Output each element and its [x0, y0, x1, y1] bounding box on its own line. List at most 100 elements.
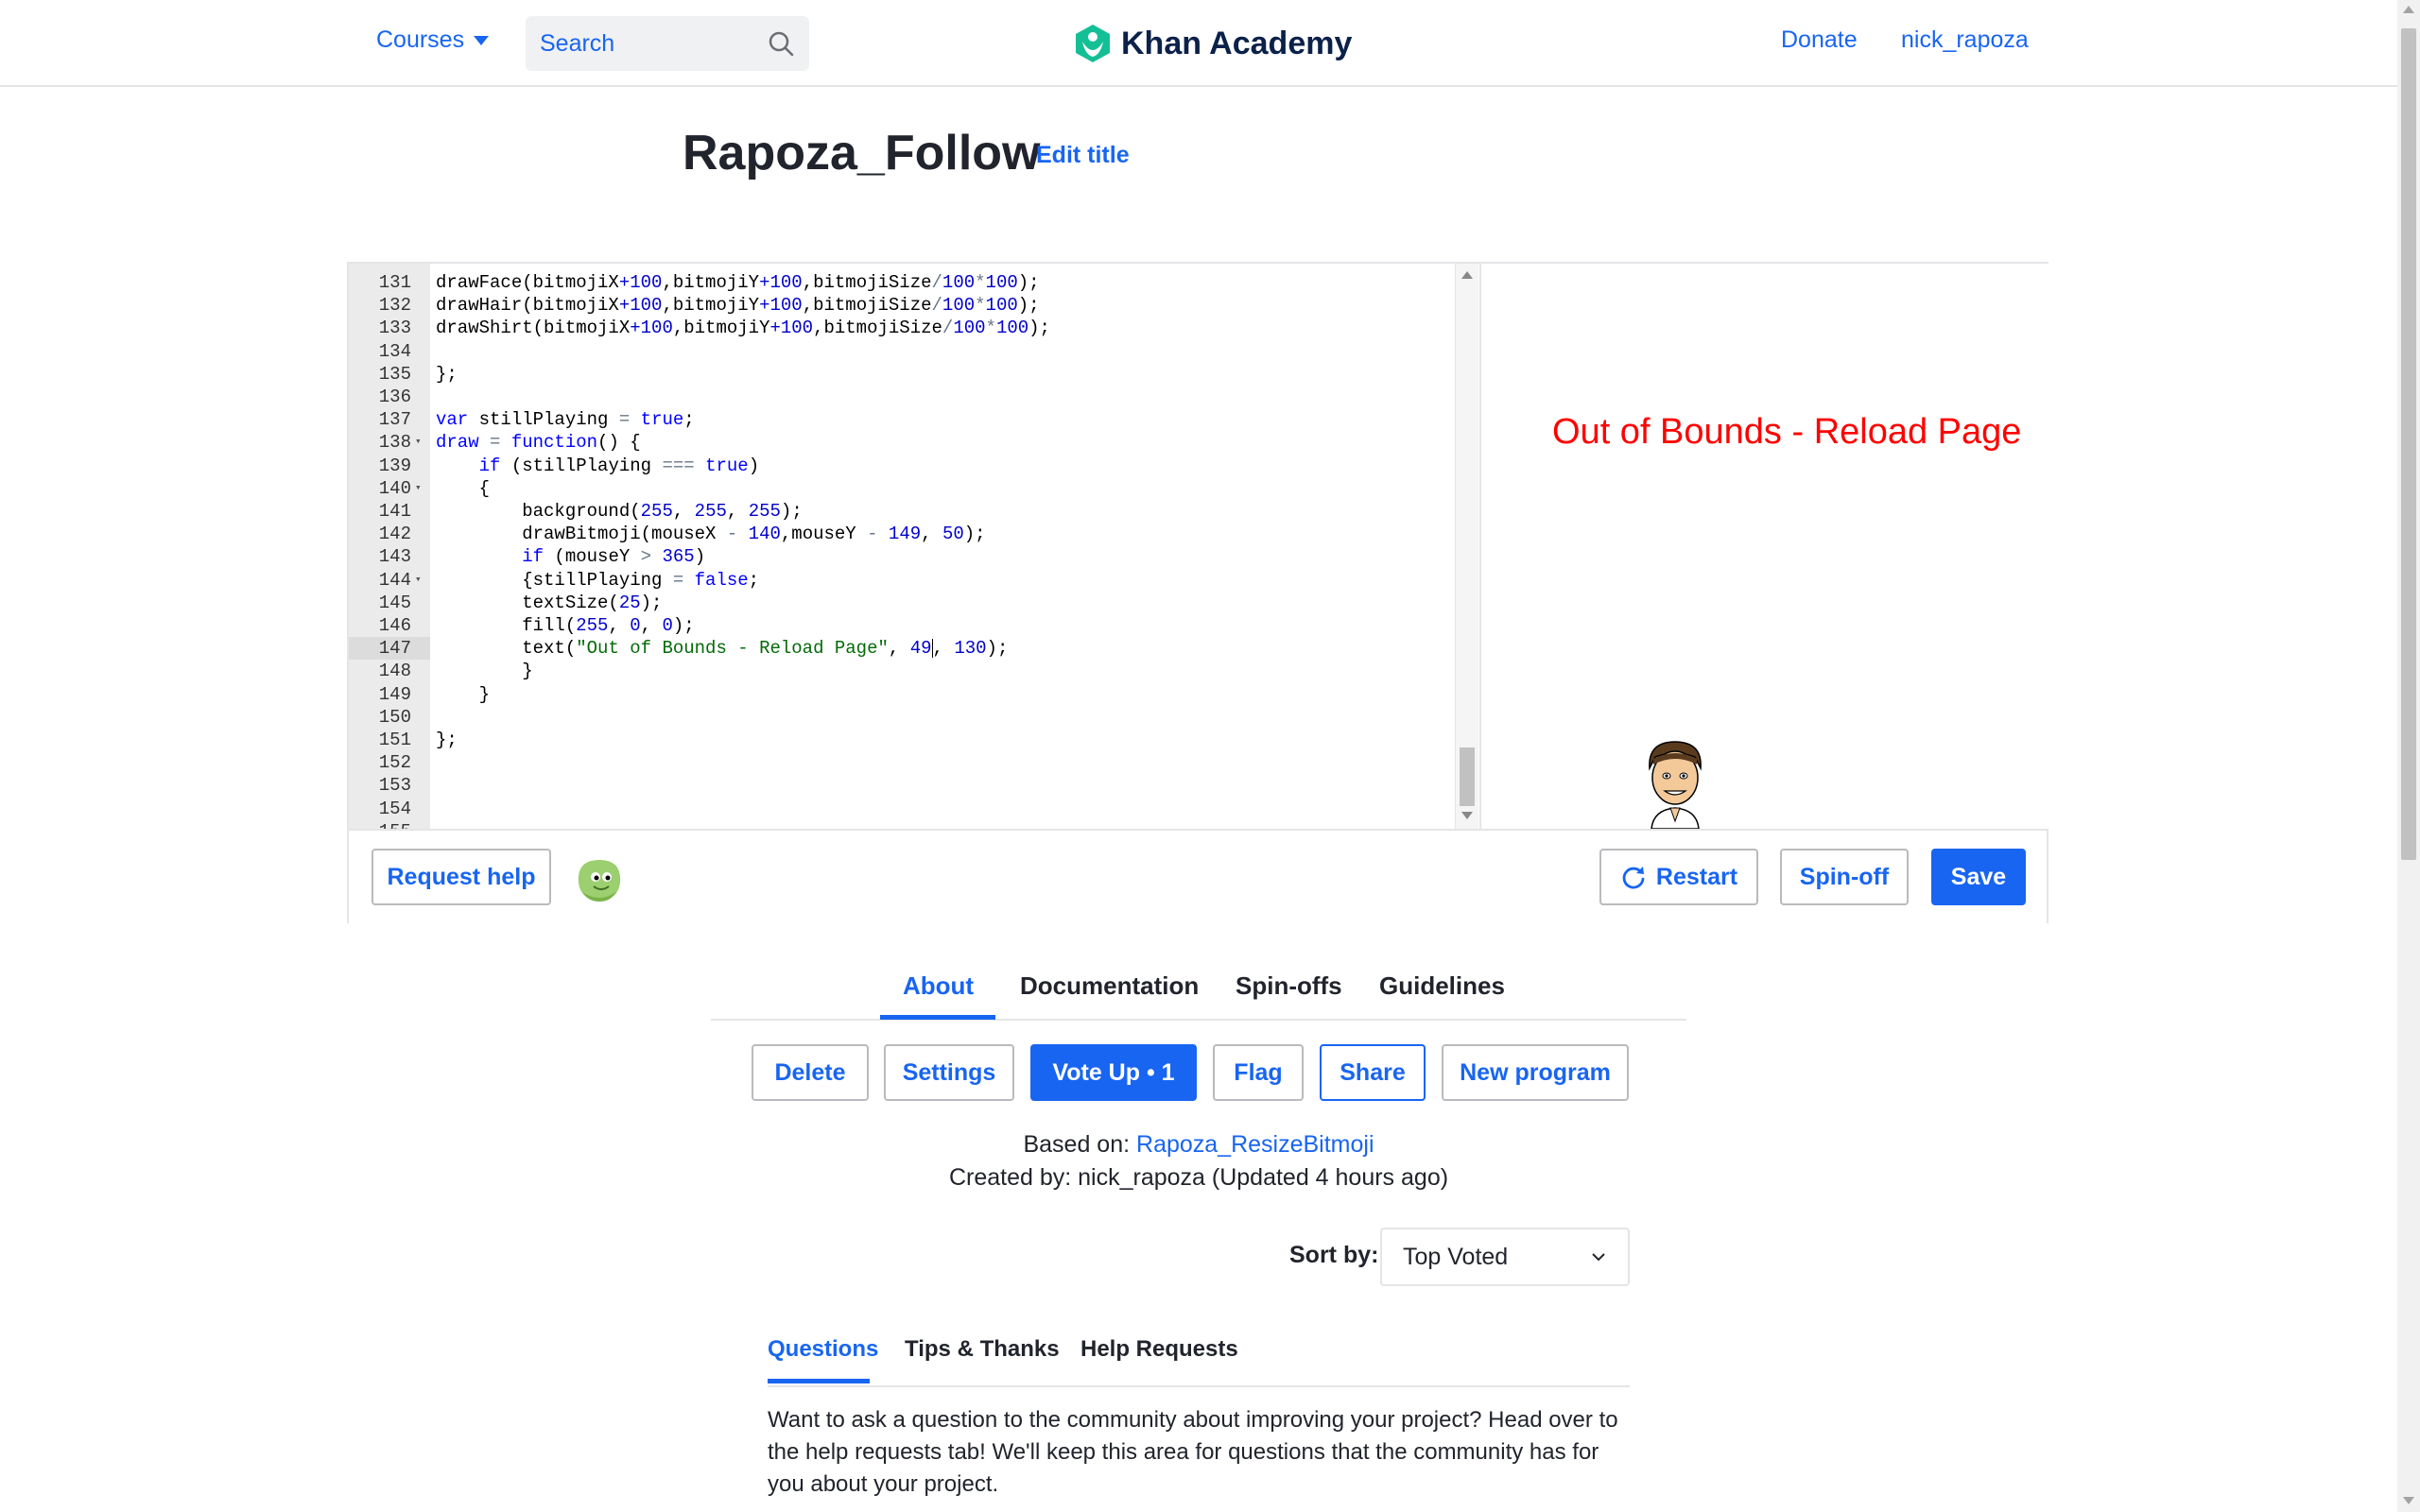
- page-scrollbar[interactable]: [2397, 0, 2420, 1512]
- code-token: /: [931, 295, 942, 317]
- scrollbar-thumb[interactable]: [2401, 28, 2416, 860]
- code-line[interactable]: 148 }: [349, 660, 1455, 682]
- code-token: );: [986, 638, 1009, 660]
- code-line[interactable]: 140 ▾ {: [349, 477, 1455, 500]
- code-line[interactable]: 131 drawFace(bitmojiX+100,bitmojiY+100,bi…: [349, 271, 1455, 294]
- vote-up-label: Vote Up • 1: [1052, 1058, 1175, 1086]
- code-token: 255: [748, 501, 781, 522]
- tab-spin-offs[interactable]: Spin-offs: [1236, 971, 1342, 1001]
- active-tab-indicator: [880, 1015, 995, 1020]
- code-token: );: [963, 524, 986, 545]
- tab-help-requests[interactable]: Help Requests: [1080, 1336, 1238, 1363]
- code-token: 255: [640, 501, 673, 522]
- vote-up-button[interactable]: Vote Up • 1: [1030, 1044, 1197, 1101]
- scroll-up-arrow-icon[interactable]: [1461, 271, 1473, 279]
- donate-link[interactable]: Donate: [1781, 26, 1858, 54]
- fold-toggle-icon[interactable]: ▾: [415, 477, 422, 500]
- courses-menu[interactable]: Courses: [376, 26, 490, 54]
- line-number: 145: [378, 592, 411, 613]
- search-placeholder: Search: [540, 29, 615, 57]
- code-token: true: [705, 455, 749, 476]
- code-token: var: [436, 409, 469, 431]
- code-scrollbar-thumb[interactable]: [1460, 747, 1475, 806]
- tab-about[interactable]: About: [903, 971, 974, 1001]
- line-number: 149: [378, 683, 411, 705]
- code-line[interactable]: 150: [349, 706, 1455, 729]
- code-line[interactable]: 145 textSize(25);: [349, 592, 1455, 614]
- flag-button[interactable]: Flag: [1213, 1044, 1304, 1101]
- based-on-link[interactable]: Rapoza_ResizeBitmoji: [1136, 1131, 1374, 1158]
- code-token: );: [1017, 272, 1040, 293]
- courses-label: Courses: [376, 26, 465, 53]
- code-line[interactable]: 137 var stillPlaying = true;: [349, 408, 1455, 431]
- code-text: };: [436, 363, 458, 386]
- code-token: +100: [618, 295, 663, 317]
- request-help-button[interactable]: Request help: [372, 849, 551, 905]
- code-token: 255: [694, 501, 727, 522]
- code-token: text(: [436, 638, 577, 660]
- edit-title-link[interactable]: Edit title: [1036, 142, 1130, 169]
- code-line[interactable]: 153: [349, 774, 1455, 797]
- khan-academy-logo[interactable]: Khan Academy: [1074, 23, 1352, 64]
- code-line[interactable]: 149 }: [349, 683, 1455, 706]
- code-token: ): [694, 546, 706, 568]
- search-input[interactable]: Search: [526, 16, 809, 71]
- code-token: }: [436, 683, 491, 705]
- restart-button[interactable]: Restart: [1599, 849, 1758, 905]
- settings-button[interactable]: Settings: [884, 1044, 1014, 1101]
- code-line[interactable]: 141 background(255, 255, 255);: [349, 500, 1455, 523]
- tab-tips-thanks[interactable]: Tips & Thanks: [905, 1336, 1060, 1363]
- code-token: draw: [436, 432, 479, 454]
- fold-toggle-icon[interactable]: ▾: [415, 569, 422, 592]
- tab-documentation[interactable]: Documentation: [1020, 971, 1199, 1001]
- code-line[interactable]: 134: [349, 340, 1455, 363]
- new-program-button[interactable]: New program: [1442, 1044, 1629, 1101]
- code-line[interactable]: 132 drawHair(bitmojiX+100,bitmojiY+100,bi…: [349, 294, 1455, 317]
- code-line[interactable]: 139 if (stillPlaying === true): [349, 455, 1455, 477]
- code-token: ,: [672, 501, 695, 522]
- user-menu[interactable]: nick_rapoza: [1901, 26, 2029, 54]
- avatar-icon[interactable]: [573, 854, 626, 903]
- search-icon[interactable]: [767, 29, 795, 58]
- code-line[interactable]: 151};: [349, 729, 1455, 751]
- save-button[interactable]: Save: [1931, 849, 2026, 905]
- line-number: 148: [378, 661, 411, 682]
- code-line[interactable]: 144 ▾ {stillPlaying = false;: [349, 569, 1455, 592]
- line-number: 147: [349, 637, 430, 661]
- fold-toggle-icon[interactable]: ▾: [415, 431, 422, 454]
- code-line[interactable]: 143 if (mouseY > 365): [349, 545, 1455, 568]
- code-line[interactable]: 155: [349, 820, 1455, 829]
- code-line[interactable]: 135};: [349, 363, 1455, 386]
- code-line[interactable]: 146 fill(255, 0, 0);: [349, 614, 1455, 637]
- code-line[interactable]: 133 drawShirt(bitmojiX+100,bitmojiY+100,b…: [349, 317, 1455, 339]
- code-line[interactable]: 147 text("Out of Bounds - Reload Page", …: [349, 637, 1455, 661]
- code-token: );: [672, 615, 695, 636]
- sort-select[interactable]: Top Voted: [1380, 1228, 1630, 1286]
- code-line[interactable]: 152: [349, 751, 1455, 774]
- code-token: =: [672, 569, 684, 591]
- code-text: drawHair(bitmojiX+100,bitmojiY+100,bitmo…: [436, 294, 1040, 317]
- scroll-down-arrow-icon[interactable]: [1461, 812, 1473, 819]
- delete-button[interactable]: Delete: [752, 1044, 869, 1101]
- tab-questions[interactable]: Questions: [768, 1336, 878, 1363]
- code-token: drawHair(bitmojiX: [436, 295, 619, 317]
- code-scrollbar[interactable]: [1455, 264, 1478, 829]
- code-token: textSize(: [436, 592, 619, 613]
- scroll-down-arrow-icon[interactable]: [2403, 1497, 2414, 1504]
- output-canvas[interactable]: Out of Bounds - Reload Page: [1479, 264, 2048, 829]
- line-number: 152: [378, 752, 411, 774]
- created-by: Created by: nick_rapoza (Updated 4 hours…: [948, 1164, 1449, 1191]
- scroll-up-arrow-icon[interactable]: [2403, 6, 2414, 13]
- based-on-label: Based on:: [1023, 1131, 1131, 1158]
- code-line[interactable]: 136: [349, 386, 1455, 408]
- code-editor[interactable]: 131 drawFace(bitmojiX+100,bitmojiY+100,bi…: [349, 264, 1455, 829]
- code-token: drawFace(bitmojiX: [436, 272, 619, 293]
- spin-off-button[interactable]: Spin-off: [1780, 849, 1909, 905]
- tab-guidelines[interactable]: Guidelines: [1379, 971, 1505, 1001]
- code-line[interactable]: 142 drawBitmoji(mouseX - 140,mouseY - 14…: [349, 523, 1455, 545]
- code-text: if (stillPlaying === true): [436, 455, 759, 477]
- share-button[interactable]: Share: [1320, 1044, 1426, 1101]
- code-line[interactable]: 138 ▾ draw = function() {: [349, 431, 1455, 454]
- code-line[interactable]: 154: [349, 798, 1455, 820]
